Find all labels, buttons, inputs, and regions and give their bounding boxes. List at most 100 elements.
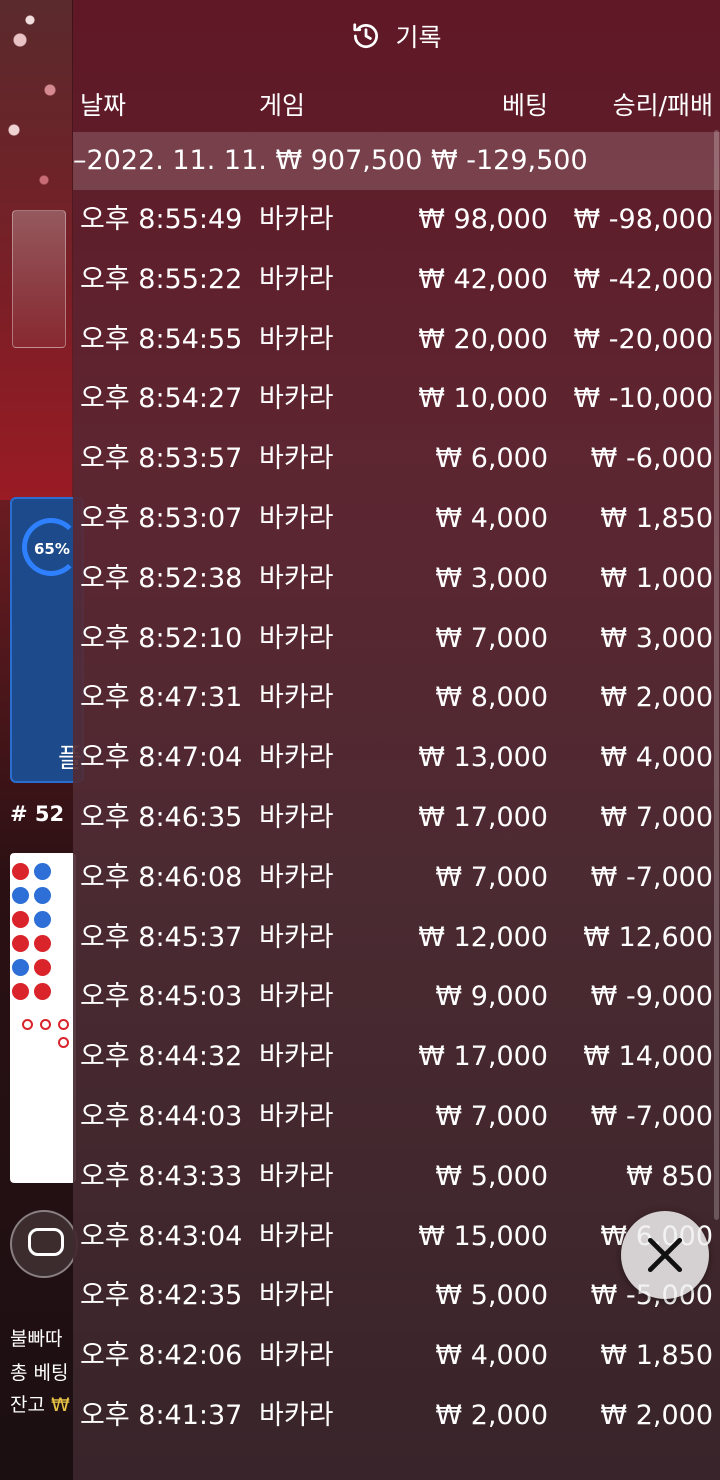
row-time: 오후 8:44:32 bbox=[80, 1041, 243, 1073]
row-time: 오후 8:46:35 bbox=[80, 801, 243, 833]
row-game: 바카라 bbox=[259, 562, 334, 594]
row-time: 오후 8:55:22 bbox=[80, 263, 243, 295]
row-bet: ₩ 42,000 bbox=[418, 263, 548, 295]
roadmap-dot bbox=[12, 887, 29, 904]
row-game: 바카라 bbox=[259, 1160, 334, 1192]
date-summary-row[interactable]: –2022. 11. 11. ₩ 907,500 ₩ -129,500 bbox=[73, 132, 720, 190]
row-bet: ₩ 9,000 bbox=[435, 981, 548, 1013]
history-row[interactable]: 오후 8:53:07 바카라 ₩ 4,000 ₩ 1,850 bbox=[73, 489, 720, 549]
summary-win-loss-total: ₩ -129,500 bbox=[430, 145, 588, 176]
roadmap-dot bbox=[12, 959, 29, 976]
history-column-headers: 날짜 게임 베팅 승리/패배 bbox=[73, 72, 720, 132]
row-time: 오후 8:54:27 bbox=[80, 383, 243, 415]
row-time: 오후 8:43:33 bbox=[80, 1160, 243, 1192]
row-game: 바카라 bbox=[259, 1399, 334, 1431]
row-bet: ₩ 4,000 bbox=[435, 502, 548, 534]
history-row[interactable]: 오후 8:46:08 바카라 ₩ 7,000 ₩ -7,000 bbox=[73, 848, 720, 908]
history-row[interactable]: 오후 8:42:06 바카라 ₩ 4,000 ₩ 1,850 bbox=[73, 1326, 720, 1386]
history-row[interactable]: 오후 8:47:04 바카라 ₩ 13,000 ₩ 4,000 bbox=[73, 728, 720, 788]
row-time: 오후 8:42:06 bbox=[80, 1340, 243, 1372]
row-time: 오후 8:47:31 bbox=[80, 682, 243, 714]
row-win-loss: ₩ 14,000 bbox=[583, 1041, 713, 1073]
roadmap-board[interactable] bbox=[10, 853, 76, 1183]
row-game: 바카라 bbox=[259, 323, 334, 355]
row-bet: ₩ 5,000 bbox=[435, 1160, 548, 1192]
row-bet: ₩ 17,000 bbox=[418, 801, 548, 833]
history-clock-icon bbox=[353, 23, 379, 48]
history-row[interactable]: 오후 8:55:49 바카라 ₩ 98,000 ₩ -98,000 bbox=[73, 190, 720, 250]
row-game: 바카라 bbox=[259, 1100, 334, 1132]
row-win-loss: ₩ -7,000 bbox=[590, 861, 713, 893]
scrollbar[interactable] bbox=[714, 130, 719, 1220]
roadmap-dot bbox=[34, 863, 51, 880]
history-row[interactable]: 오후 8:46:35 바카라 ₩ 17,000 ₩ 7,000 bbox=[73, 788, 720, 848]
balance-value: ₩ bbox=[51, 1394, 70, 1416]
history-row[interactable]: 오후 8:54:55 바카라 ₩ 20,000 ₩ -20,000 bbox=[73, 310, 720, 370]
row-game: 바카라 bbox=[259, 1280, 334, 1312]
total-bet-label: 총 베팅 bbox=[10, 1362, 69, 1384]
row-bet: ₩ 6,000 bbox=[435, 443, 548, 475]
summary-bet-total: ₩ 907,500 bbox=[275, 145, 423, 176]
row-time: 오후 8:45:03 bbox=[80, 981, 243, 1013]
row-time: 오후 8:54:55 bbox=[80, 323, 243, 355]
history-row[interactable]: 오후 8:43:33 바카라 ₩ 5,000 ₩ 850 bbox=[73, 1147, 720, 1207]
history-row[interactable]: 오후 8:44:03 바카라 ₩ 7,000 ₩ -7,000 bbox=[73, 1087, 720, 1147]
row-bet: ₩ 8,000 bbox=[435, 682, 548, 714]
row-bet: ₩ 4,000 bbox=[435, 1340, 548, 1372]
row-win-loss: ₩ -20,000 bbox=[573, 323, 714, 355]
stats-percent: 65% bbox=[34, 540, 70, 558]
roadmap-ring bbox=[58, 1037, 69, 1048]
row-game: 바카라 bbox=[259, 622, 334, 654]
roadmap-dot bbox=[12, 935, 29, 952]
row-game: 바카라 bbox=[259, 443, 334, 475]
row-time: 오후 8:44:03 bbox=[80, 1100, 243, 1132]
row-win-loss: ₩ 12,600 bbox=[583, 921, 713, 953]
close-button[interactable] bbox=[621, 1211, 709, 1299]
balance-line: 잔고 ₩ bbox=[10, 1390, 70, 1417]
history-title: 기록 bbox=[395, 23, 442, 52]
column-header-bet: 베팅 bbox=[501, 91, 548, 120]
row-bet: ₩ 12,000 bbox=[418, 921, 548, 953]
column-header-game: 게임 bbox=[259, 91, 306, 120]
history-row[interactable]: 오후 8:52:10 바카라 ₩ 7,000 ₩ 3,000 bbox=[73, 609, 720, 669]
row-win-loss: ₩ -10,000 bbox=[573, 383, 714, 415]
roadmap-dot bbox=[34, 911, 51, 928]
row-bet: ₩ 17,000 bbox=[418, 1041, 548, 1073]
row-game: 바카라 bbox=[259, 801, 334, 833]
history-row[interactable]: 오후 8:53:57 바카라 ₩ 6,000 ₩ -6,000 bbox=[73, 429, 720, 489]
row-bet: ₩ 2,000 bbox=[435, 1399, 548, 1431]
row-bet: ₩ 5,000 bbox=[435, 1280, 548, 1312]
row-game: 바카라 bbox=[259, 1041, 334, 1073]
row-time: 오후 8:55:49 bbox=[80, 204, 243, 235]
row-win-loss: ₩ 4,000 bbox=[600, 742, 713, 774]
roadmap-dot bbox=[12, 983, 29, 1000]
history-row[interactable]: 오후 8:41:37 바카라 ₩ 2,000 ₩ 2,000 bbox=[73, 1386, 720, 1446]
row-time: 오후 8:52:10 bbox=[80, 622, 243, 654]
row-win-loss: ₩ -7,000 bbox=[590, 1100, 713, 1132]
round-number: # 52 bbox=[10, 802, 65, 826]
history-row[interactable]: 오후 8:47:31 바카라 ₩ 8,000 ₩ 2,000 bbox=[73, 668, 720, 728]
row-win-loss: ₩ 1,850 bbox=[600, 1340, 713, 1372]
chip-icon bbox=[28, 1228, 64, 1256]
row-game: 바카라 bbox=[259, 861, 334, 893]
history-row[interactable]: 오후 8:55:22 바카라 ₩ 42,000 ₩ -42,000 bbox=[73, 250, 720, 310]
roadmap-dot bbox=[12, 863, 29, 880]
history-row[interactable]: 오후 8:42:35바카라₩ 5,000₩ -5,000 bbox=[73, 1266, 720, 1326]
row-game: 바카라 bbox=[259, 263, 334, 295]
row-time: 오후 8:53:57 bbox=[80, 443, 243, 475]
row-win-loss: ₩ 1,000 bbox=[600, 562, 713, 594]
row-bet: ₩ 10,000 bbox=[418, 383, 548, 415]
row-win-loss: ₩ -6,000 bbox=[590, 443, 713, 475]
column-header-win-loss: 승리/패배 bbox=[612, 91, 713, 120]
roadmap-dot bbox=[34, 935, 51, 952]
row-win-loss: ₩ -42,000 bbox=[573, 263, 714, 295]
row-bet: ₩ 98,000 bbox=[418, 204, 548, 235]
row-time: 오후 8:46:08 bbox=[80, 861, 243, 893]
history-row[interactable]: 오후 8:45:37 바카라 ₩ 12,000 ₩ 12,600 bbox=[73, 908, 720, 968]
history-row[interactable]: 오후 8:54:27 바카라 ₩ 10,000 ₩ -10,000 bbox=[73, 369, 720, 429]
history-row[interactable]: 오후 8:52:38 바카라 ₩ 3,000 ₩ 1,000 bbox=[73, 549, 720, 609]
roadmap-dot bbox=[34, 887, 51, 904]
history-row[interactable]: 오후 8:44:32 바카라 ₩ 17,000 ₩ 14,000 bbox=[73, 1027, 720, 1087]
history-row[interactable]: 오후 8:45:03 바카라 ₩ 9,000 ₩ -9,000 bbox=[73, 967, 720, 1027]
row-win-loss: ₩ 850 bbox=[626, 1160, 713, 1192]
